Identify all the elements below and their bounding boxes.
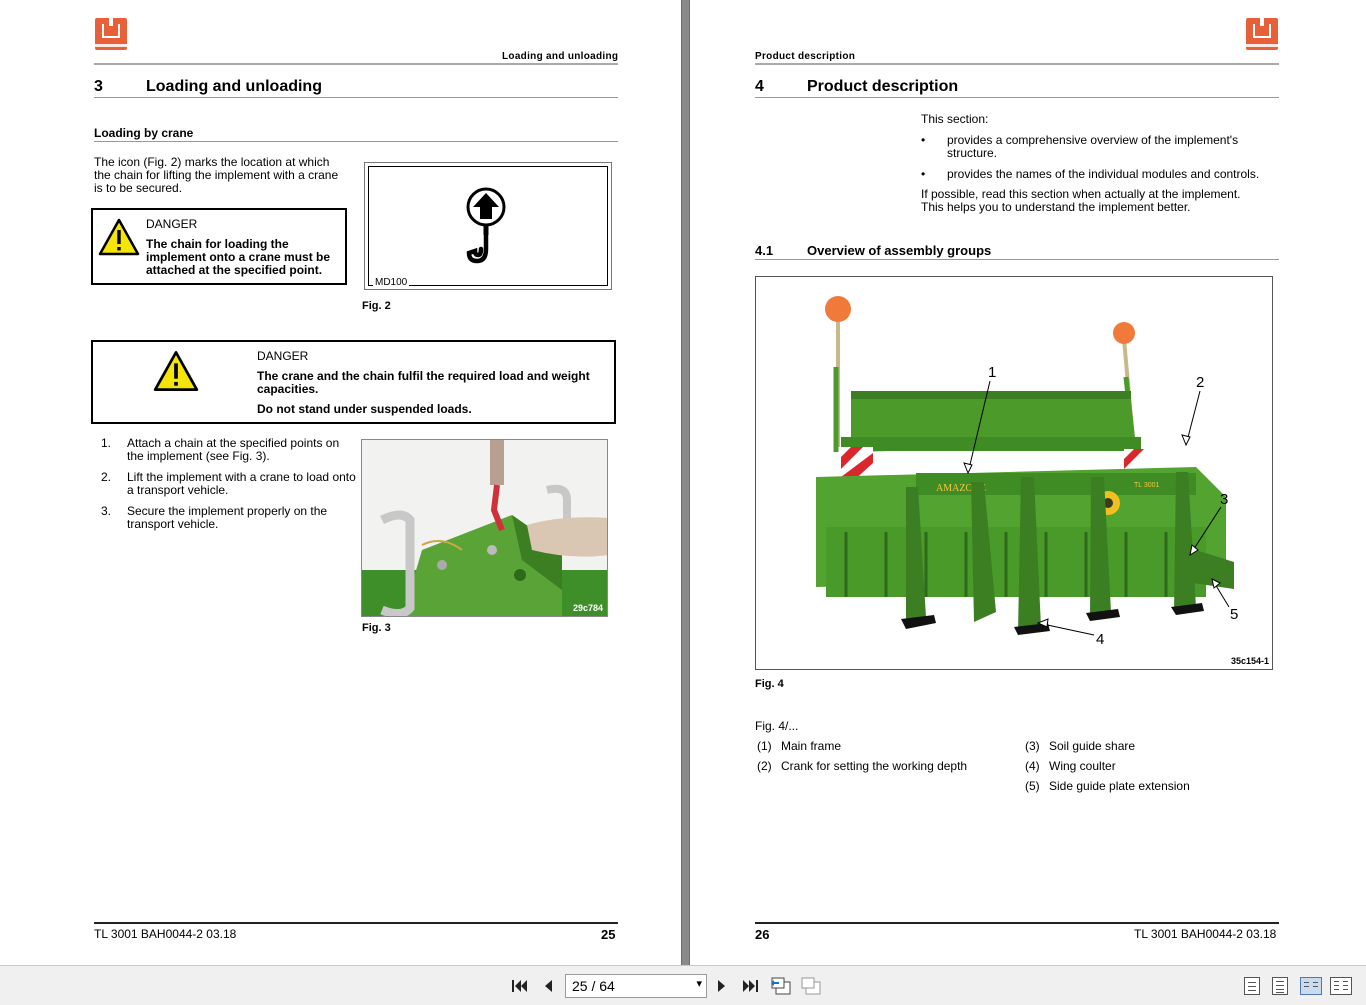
header-rule	[755, 63, 1279, 65]
intro-paragraph: The icon (Fig. 2) marks the location at …	[94, 155, 339, 195]
figure-caption: Fig. 2	[362, 300, 391, 312]
legend-number: (4)	[1025, 759, 1040, 773]
page-number: 26	[755, 927, 770, 942]
callout-label: 1	[988, 364, 996, 381]
amazone-logo-icon	[95, 18, 127, 50]
figure-caption: Fig. 3	[362, 622, 391, 634]
chapter-number: 3	[94, 78, 103, 95]
section-title: Overview of assembly groups	[807, 243, 992, 258]
danger-text-1: The crane and the chain fulfil the requi…	[257, 369, 590, 396]
legend-number: (3)	[1025, 739, 1040, 753]
callout-label: 3	[1220, 491, 1228, 508]
figure-code: 35c154-1	[1230, 656, 1269, 666]
single-page-view-icon[interactable]	[1244, 977, 1260, 995]
chapter-title: Loading and unloading	[146, 78, 322, 95]
list-item: 3. Secure the implement properly on the …	[101, 504, 328, 531]
running-header: Product description	[755, 51, 856, 62]
page-number: 25	[601, 927, 616, 942]
list-item: 2. Lift the implement with a crane to lo…	[101, 470, 356, 497]
warning-triangle-icon	[153, 351, 199, 391]
legend-number: (5)	[1025, 779, 1040, 793]
figure-code: MD100	[373, 277, 410, 288]
legend-intro: Fig. 4/...	[755, 719, 799, 733]
danger-notice-2: DANGER The crane and the chain fulfil th…	[91, 340, 616, 424]
danger-text-2: Do not stand under suspended loads.	[257, 402, 472, 416]
page-divider	[681, 0, 690, 965]
right-page: Product description 4 Product descriptio…	[690, 0, 1366, 965]
intro-text: This section:	[921, 112, 989, 126]
legend-text: Side guide plate extension	[1049, 779, 1190, 793]
figure-4: AMAZONE TL 3001 1 2 3 4 5 35c154-1	[755, 276, 1273, 670]
danger-text: The chain for loading the implement onto…	[146, 237, 331, 277]
footer-doc-id: TL 3001 BAH0044-2 03.18	[94, 927, 237, 941]
first-page-icon[interactable]	[509, 976, 531, 996]
amazone-logo-icon	[1246, 18, 1278, 50]
chapter-number: 4	[755, 78, 764, 95]
chapter-rule	[755, 97, 1279, 98]
callout-label: 2	[1196, 374, 1204, 391]
warning-triangle-icon	[98, 218, 140, 256]
legend-text: Main frame	[781, 739, 842, 753]
running-header: Loading and unloading	[502, 51, 619, 62]
prev-page-icon[interactable]	[537, 976, 559, 996]
advice-paragraph: If possible, read this section when actu…	[921, 187, 1241, 214]
footer-rule	[755, 922, 1279, 924]
page-number-input[interactable]: 25 / 64 ▾	[565, 974, 707, 998]
figure-caption: Fig. 4	[755, 678, 784, 690]
continuous-facing-view-icon[interactable]	[1330, 977, 1352, 995]
continuous-view-icon[interactable]	[1272, 977, 1288, 995]
fig-model-text: TL 3001	[1134, 482, 1160, 489]
figure-code: 29c784	[572, 603, 603, 613]
chapter-rule	[94, 97, 618, 98]
danger-label: DANGER	[146, 217, 198, 231]
legend-text: Soil guide share	[1049, 739, 1136, 753]
list-item: 1. Attach a chain at the specified point…	[101, 436, 340, 463]
section-number: 4.1	[755, 243, 774, 258]
chevron-down-icon[interactable]: ▾	[696, 977, 702, 990]
callout-label: 4	[1096, 631, 1104, 648]
section-rule	[94, 141, 618, 142]
viewer-toolbar: 25 / 64 ▾	[0, 965, 1366, 1005]
header-rule	[94, 63, 618, 65]
chapter-title: Product description	[807, 78, 959, 95]
legend-number: (2)	[757, 759, 772, 773]
footer-doc-id: TL 3001 BAH0044-2 03.18	[1134, 927, 1277, 941]
last-page-icon[interactable]	[739, 976, 761, 996]
legend-text: Crank for setting the working depth	[781, 759, 968, 773]
section-title: Loading by crane	[94, 126, 194, 140]
left-page: Loading and unloading 3 Loading and unlo…	[0, 0, 681, 965]
footer-rule	[94, 922, 618, 924]
callout-label: 5	[1230, 606, 1238, 623]
danger-notice-1: DANGER The chain for loading the impleme…	[91, 208, 347, 285]
seed-drill-illustration: AMAZONE TL 3001 1 2 3 4 5	[816, 296, 1238, 648]
legend-text: Wing coulter	[1049, 759, 1116, 773]
figure-2: MD100	[364, 162, 612, 290]
section-rule	[755, 259, 1279, 260]
crane-hook-icon	[466, 187, 506, 264]
crane-attachment-photo	[362, 440, 607, 616]
figure-3-photo: 29c784	[361, 439, 608, 617]
danger-label: DANGER	[257, 349, 309, 363]
next-page-icon[interactable]	[711, 976, 733, 996]
legend-number: (1)	[757, 739, 772, 753]
go-forward-view-icon[interactable]	[800, 976, 822, 996]
go-back-view-icon[interactable]	[770, 976, 792, 996]
facing-pages-view-icon[interactable]	[1300, 977, 1322, 995]
